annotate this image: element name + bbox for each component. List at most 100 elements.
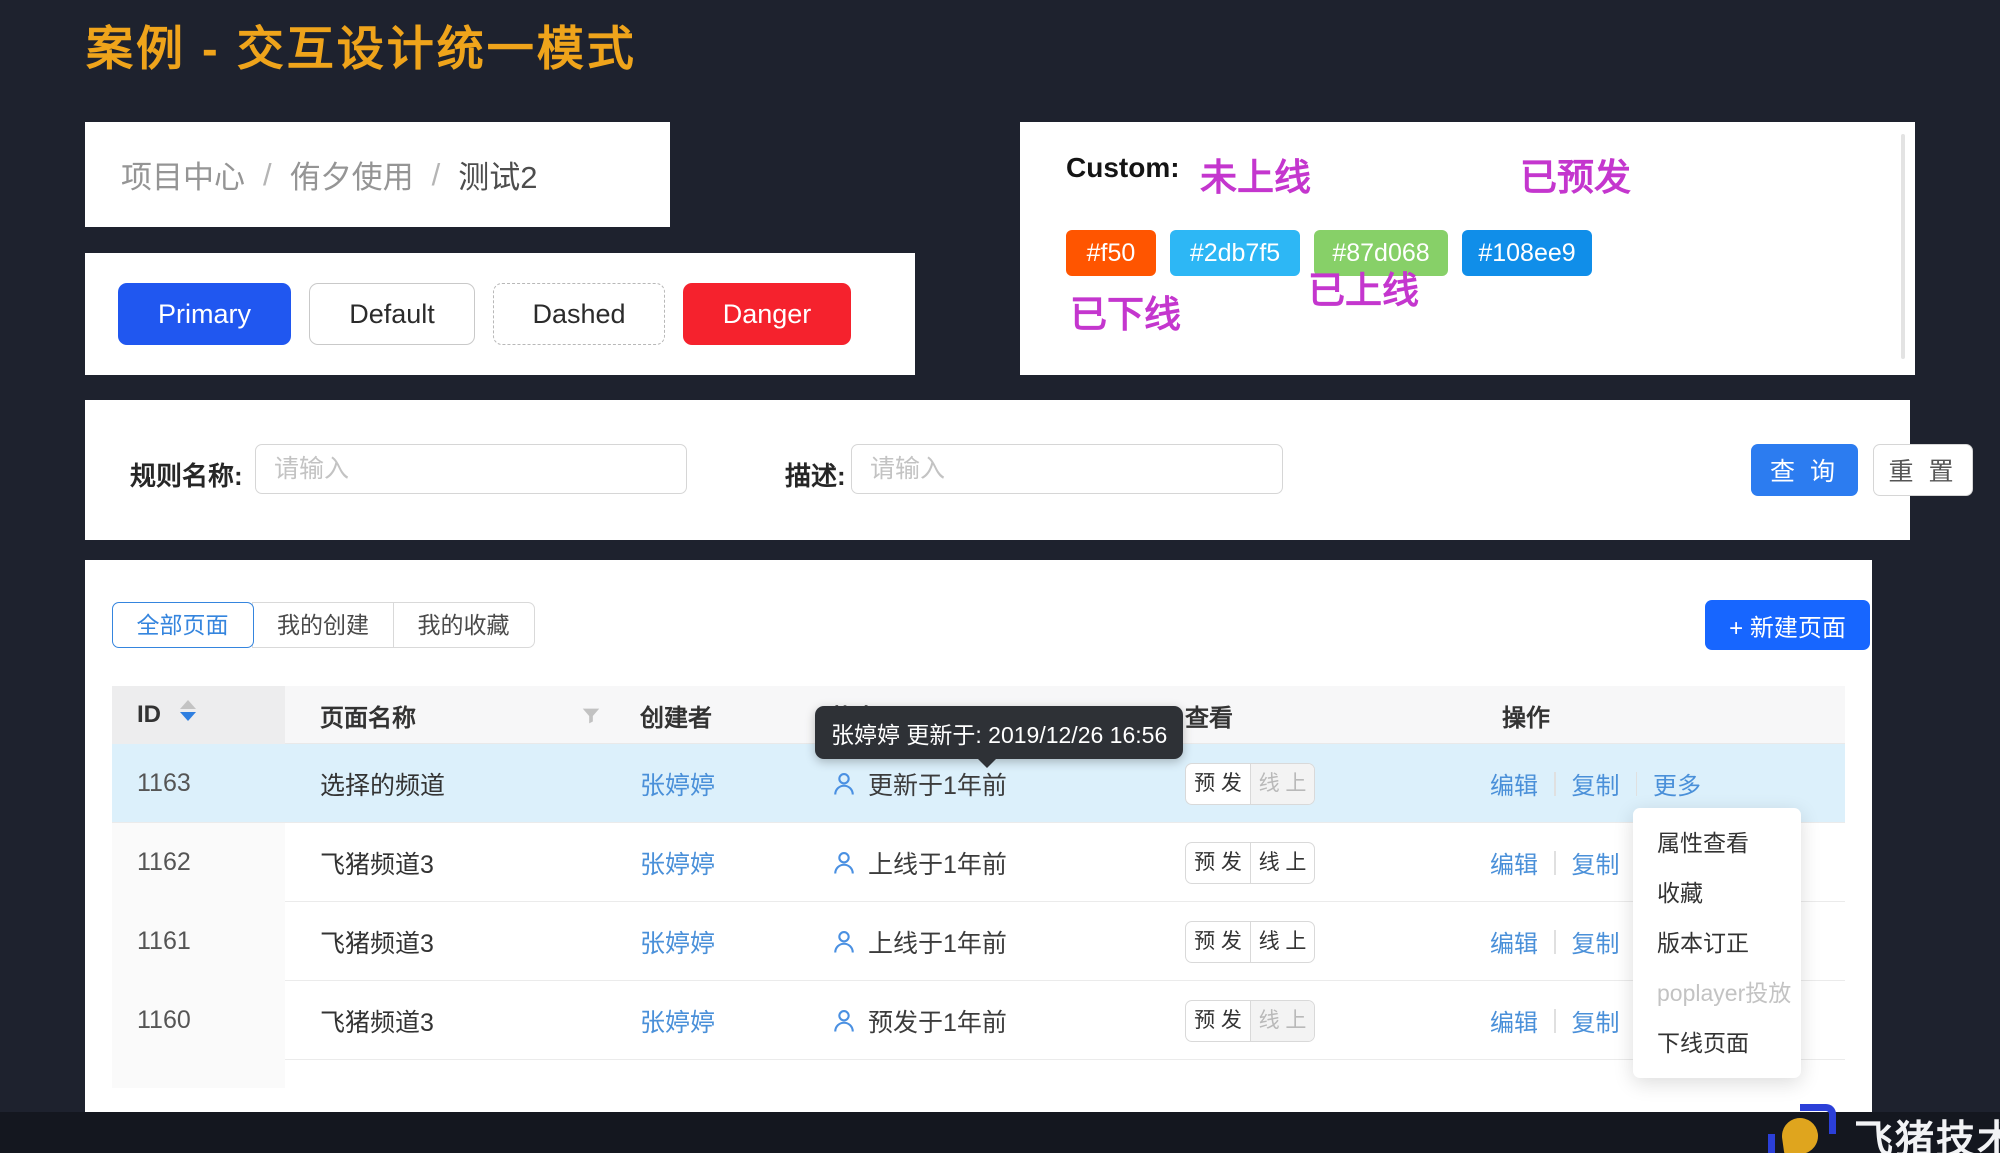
sort-icon[interactable]	[180, 700, 196, 721]
column-header-creator: 创建者	[640, 686, 712, 744]
danger-button[interactable]: Danger	[683, 283, 851, 345]
view-segment-group: 预 发 线 上	[1185, 921, 1315, 963]
menu-item-offline-page[interactable]: 下线页面	[1633, 1018, 1801, 1068]
sort-asc-icon[interactable]	[180, 700, 196, 709]
cell-page-name: 飞猪频道3	[320, 823, 434, 902]
edit-link[interactable]: 编辑	[1490, 845, 1538, 880]
column-header-name: 页面名称	[320, 686, 416, 744]
preview-online-button: 线 上	[1250, 1001, 1314, 1041]
tab-my-created[interactable]: 我的创建	[252, 602, 394, 648]
preview-pre-button[interactable]: 预 发	[1186, 922, 1250, 962]
person-icon	[830, 928, 858, 956]
breadcrumb-item-current: 测试2	[458, 152, 537, 197]
default-button[interactable]: Default	[309, 283, 475, 345]
action-divider	[1554, 851, 1556, 875]
status-text: 上线于1年前	[868, 924, 1007, 960]
column-header-actions: 操作	[1502, 686, 1550, 744]
cell-creator-link[interactable]: 张婷婷	[640, 981, 715, 1060]
column-header-view: 查看	[1185, 686, 1233, 744]
breadcrumb-separator: /	[263, 157, 272, 193]
person-icon	[830, 770, 858, 798]
cell-id: 1162	[137, 823, 191, 902]
preview-online-button: 线 上	[1250, 764, 1314, 804]
menu-item-poplayer: poplayer投放	[1633, 968, 1801, 1018]
annotation-offlined: 已下线	[1070, 284, 1181, 338]
reset-button[interactable]: 重 置	[1873, 444, 1973, 496]
view-segment-group: 预 发 线 上	[1185, 1000, 1315, 1042]
edit-link[interactable]: 编辑	[1490, 924, 1538, 959]
action-divider	[1636, 772, 1638, 796]
edit-link[interactable]: 编辑	[1490, 1003, 1538, 1038]
preview-online-button[interactable]: 线 上	[1250, 922, 1314, 962]
custom-label: Custom:	[1066, 152, 1180, 184]
id-column-tail	[112, 1060, 285, 1088]
view-segment-group: 预 发 线 上	[1185, 842, 1315, 884]
annotation-prereleased: 已预发	[1520, 147, 1631, 201]
page-table-panel: 全部页面 我的创建 我的收藏 + 新建页面 ID 页面名称 创建者 状态 查看 …	[85, 560, 1872, 1112]
menu-item-favorite[interactable]: 收藏	[1633, 868, 1801, 918]
edit-link[interactable]: 编辑	[1490, 766, 1538, 801]
person-icon	[830, 849, 858, 877]
page-tabs: 全部页面 我的创建 我的收藏	[113, 602, 535, 648]
breadcrumb-panel: 项目中心 / 侑夕使用 / 测试2	[85, 122, 670, 227]
bottom-strip	[0, 1112, 2000, 1153]
dashed-button[interactable]: Dashed	[493, 283, 665, 345]
cell-page-name: 飞猪频道3	[320, 981, 434, 1060]
cell-id: 1163	[137, 744, 191, 823]
breadcrumb: 项目中心 / 侑夕使用 / 测试2	[121, 152, 538, 197]
logo-text: 飞猪技术部	[1854, 1109, 2000, 1153]
cell-creator-link[interactable]: 张婷婷	[640, 902, 715, 981]
query-button[interactable]: 查 询	[1751, 444, 1858, 496]
column-header-id[interactable]: ID	[137, 686, 161, 744]
preview-online-button[interactable]: 线 上	[1250, 843, 1314, 883]
copy-link[interactable]: 复制	[1572, 766, 1620, 801]
rule-name-input[interactable]	[255, 444, 687, 494]
cell-id: 1161	[137, 902, 191, 981]
menu-item-view-properties[interactable]: 属性查看	[1633, 818, 1801, 868]
description-label: 描述:	[785, 456, 846, 493]
custom-tags-panel: Custom: 未上线 已预发 #f50 #2db7f5 #87d068 #10…	[1020, 122, 1915, 375]
preview-pre-button[interactable]: 预 发	[1186, 764, 1250, 804]
tag-2db7f5[interactable]: #2db7f5	[1170, 230, 1300, 276]
fliggy-logo-icon	[1766, 1104, 1838, 1153]
new-page-button[interactable]: + 新建页面	[1705, 600, 1870, 650]
update-tooltip: 张婷婷 更新于: 2019/12/26 16:56	[815, 706, 1183, 759]
more-link[interactable]: 更多	[1653, 766, 1701, 801]
tag-108ee9[interactable]: #108ee9	[1462, 230, 1592, 276]
breadcrumb-item-project-center[interactable]: 项目中心	[121, 152, 245, 197]
cell-creator-link[interactable]: 张婷婷	[640, 823, 715, 902]
cell-status: 上线于1年前	[830, 902, 1007, 981]
tab-my-favorites[interactable]: 我的收藏	[393, 602, 535, 648]
view-segment-group: 预 发 线 上	[1185, 763, 1315, 805]
slide-title: 案例 - 交互设计统一模式	[86, 10, 637, 79]
copy-link[interactable]: 复制	[1572, 845, 1620, 880]
table-row[interactable]: 1160 飞猪频道3 张婷婷 预发于1年前 预 发 线 上 编辑 复制 更多	[112, 981, 1845, 1060]
cell-page-name: 飞猪频道3	[320, 902, 434, 981]
table-row[interactable]: 1162 飞猪频道3 张婷婷 上线于1年前 预 发 线 上 编辑 复制 更多	[112, 823, 1845, 902]
primary-button[interactable]: Primary	[118, 283, 291, 345]
tab-all-pages[interactable]: 全部页面	[112, 602, 254, 648]
status-text: 上线于1年前	[868, 845, 1007, 881]
copy-link[interactable]: 复制	[1572, 924, 1620, 959]
sort-desc-icon[interactable]	[180, 712, 196, 721]
description-input[interactable]	[851, 444, 1283, 494]
scrollbar[interactable]	[1901, 134, 1905, 359]
preview-pre-button[interactable]: 预 发	[1186, 843, 1250, 883]
action-divider	[1554, 930, 1556, 954]
menu-item-version-revise[interactable]: 版本订正	[1633, 918, 1801, 968]
cell-page-name: 选择的频道	[320, 744, 445, 823]
annotation-not-online: 未上线	[1200, 147, 1311, 201]
cell-creator-link[interactable]: 张婷婷	[640, 744, 715, 823]
cell-id: 1160	[137, 981, 191, 1060]
cell-status: 预发于1年前	[830, 981, 1007, 1060]
status-text: 预发于1年前	[868, 1003, 1007, 1039]
copy-link[interactable]: 复制	[1572, 1003, 1620, 1038]
filter-icon[interactable]	[580, 705, 602, 727]
preview-pre-button[interactable]: 预 发	[1186, 1001, 1250, 1041]
breadcrumb-item-youxi[interactable]: 侑夕使用	[290, 152, 414, 197]
fliggy-tech-logo: 飞猪技术部	[1766, 1104, 2000, 1153]
buttons-demo-panel: Primary Default Dashed Danger	[85, 253, 915, 375]
tag-f50[interactable]: #f50	[1066, 230, 1156, 276]
annotation-online: 已上线	[1308, 260, 1419, 314]
table-row[interactable]: 1161 飞猪频道3 张婷婷 上线于1年前 预 发 线 上 编辑 复制 更多	[112, 902, 1845, 981]
